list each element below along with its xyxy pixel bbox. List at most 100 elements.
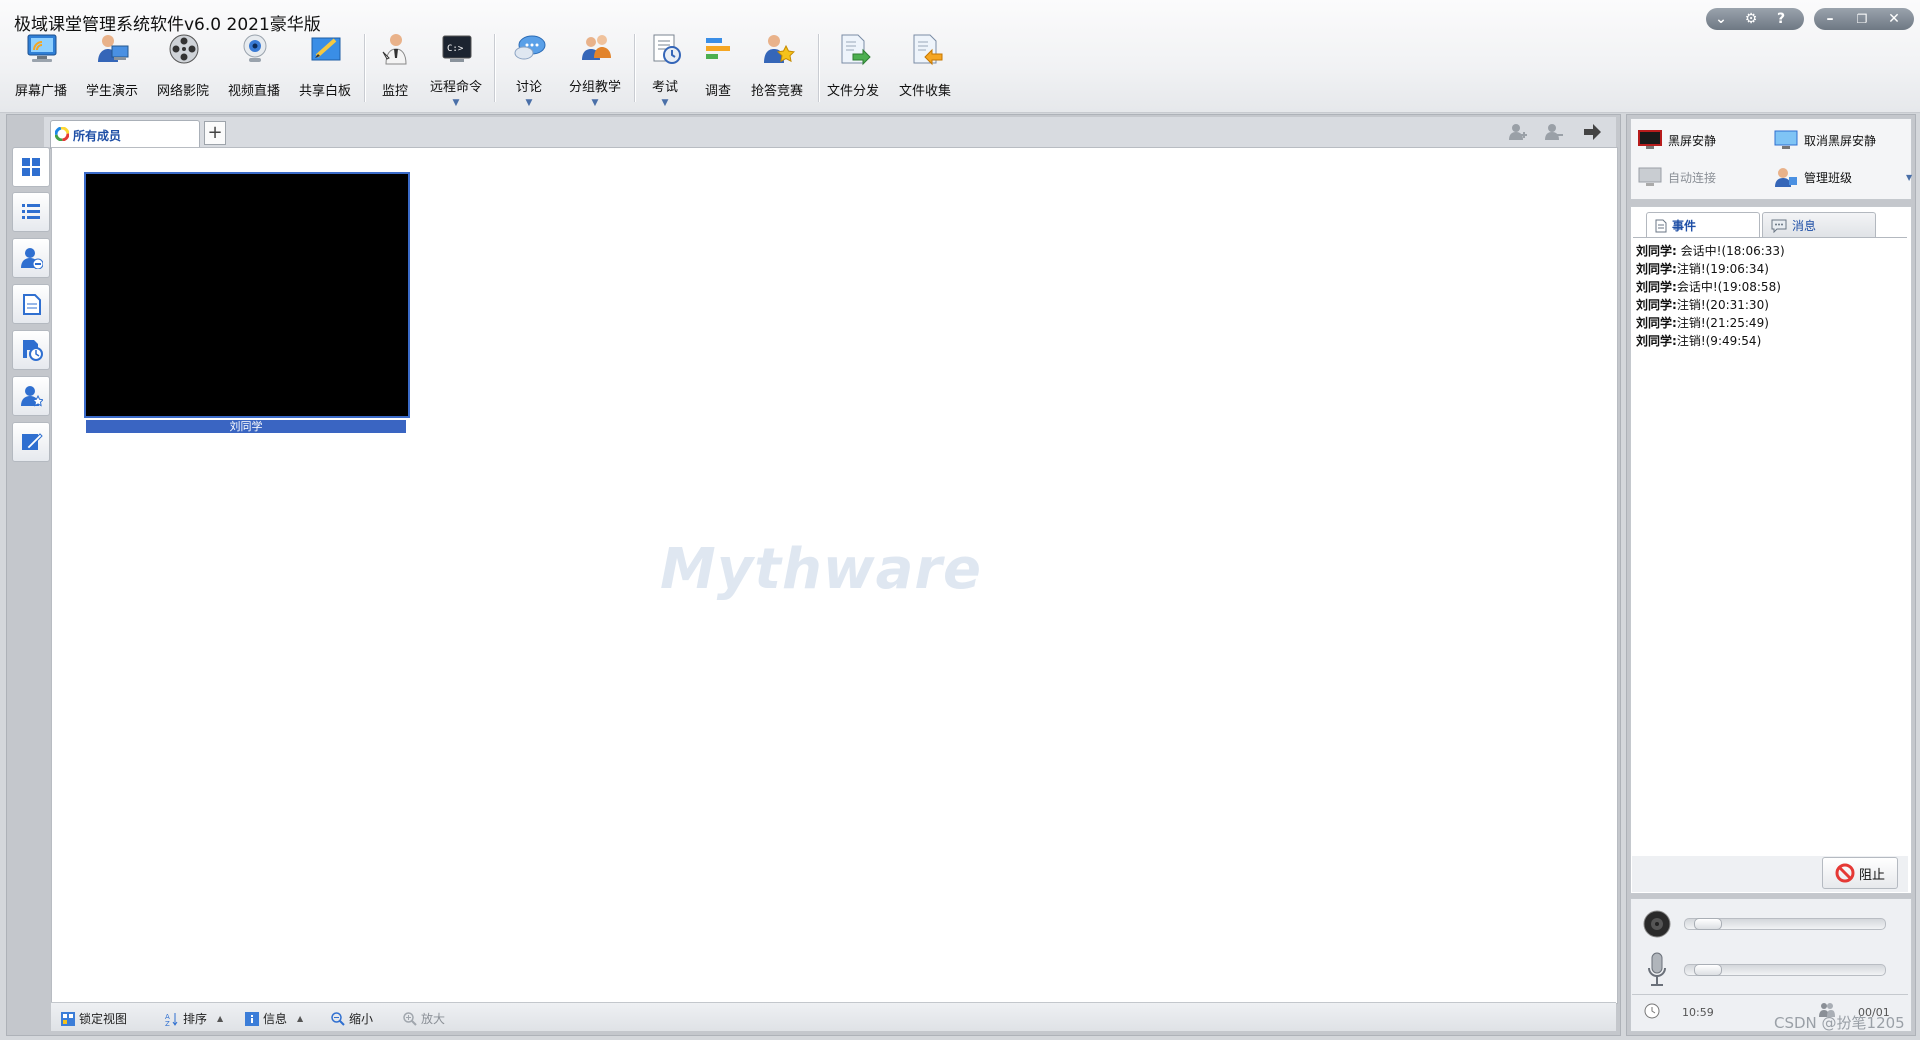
list-view-button[interactable] bbox=[12, 192, 50, 232]
event-entry: 刘同学:注销!(20:31:30) bbox=[1636, 298, 1769, 312]
help-icon[interactable]: ? bbox=[1766, 8, 1796, 30]
black-screen-icon bbox=[1638, 130, 1662, 149]
network-cinema-button[interactable]: 网络影院 bbox=[150, 28, 216, 106]
close-icon[interactable]: ✕ bbox=[1878, 8, 1910, 30]
chevron-down-icon[interactable]: ▼ bbox=[562, 98, 628, 108]
cancel-black-screen-label: 取消黑屏安静 bbox=[1804, 133, 1877, 148]
document-view-button[interactable] bbox=[12, 284, 50, 324]
monitor-button[interactable]: 监控 bbox=[362, 28, 428, 106]
clock-icon bbox=[1644, 1003, 1660, 1019]
auto-connect-button[interactable]: 自动连接 bbox=[1638, 167, 1716, 187]
zoom-out-label: 缩小 bbox=[349, 1012, 374, 1026]
tab-strip bbox=[44, 117, 1616, 148]
screen-broadcast-button[interactable]: 屏幕广播 bbox=[8, 28, 74, 106]
lock-view-icon bbox=[61, 1011, 75, 1026]
sort-icon: AZ bbox=[165, 1012, 178, 1026]
event-entry: 刘同学: 会话中!(18:06:33) bbox=[1636, 244, 1785, 258]
arrow-right-icon[interactable] bbox=[1582, 122, 1602, 142]
left-view-toolbar bbox=[8, 147, 50, 1027]
block-button[interactable]: 阻止 bbox=[1822, 857, 1898, 889]
remote-command-button[interactable]: C:> 远程命令 ▼ bbox=[423, 28, 489, 108]
brand-watermark: Mythware bbox=[660, 537, 982, 602]
window-controls-group: – ❐ ✕ bbox=[1814, 8, 1914, 30]
sort-button[interactable]: AZ 排序 ▲ bbox=[165, 1010, 223, 1027]
sort-label: 排序 bbox=[183, 1012, 208, 1026]
info-button[interactable]: 信息 ▲ bbox=[245, 1010, 303, 1027]
bottom-toolbar: 锁定视图 AZ 排序 ▲ 信息 ▲ 缩小 放大 bbox=[51, 1002, 1616, 1031]
group-users-icon bbox=[582, 35, 611, 60]
tab-all-members[interactable]: 所有成员 bbox=[50, 120, 200, 149]
speaker-volume-slider[interactable] bbox=[1684, 918, 1886, 930]
auto-connect-label: 自动连接 bbox=[1668, 170, 1717, 185]
caret-up-icon[interactable]: ▲ bbox=[217, 1014, 223, 1023]
clock-time: 10:59 bbox=[1682, 1006, 1714, 1019]
overlay-watermark: CSDN @扮笔1205 bbox=[1774, 1014, 1905, 1032]
zoom-in-label: 放大 bbox=[421, 1012, 446, 1026]
caret-up-icon[interactable]: ▲ bbox=[297, 1014, 303, 1023]
mic-volume-knob[interactable] bbox=[1694, 964, 1722, 976]
tab-messages-label: 消息 bbox=[1792, 219, 1817, 233]
microphone-icon bbox=[1648, 952, 1666, 986]
black-screen-button[interactable]: 黑屏安静 bbox=[1638, 130, 1716, 150]
favorite-student-button[interactable] bbox=[12, 376, 50, 416]
zoom-in-button[interactable]: 放大 bbox=[403, 1010, 445, 1027]
shared-whiteboard-button[interactable]: 共享白板 bbox=[292, 28, 358, 106]
video-live-button[interactable]: 视频直播 bbox=[221, 28, 287, 106]
chevron-down-icon[interactable]: ▼ bbox=[1906, 173, 1912, 182]
group-teaching-button[interactable]: 分组教学 ▼ bbox=[562, 28, 628, 108]
zoom-in-icon bbox=[403, 1011, 417, 1026]
monitor-person-icon bbox=[382, 34, 407, 65]
webcam-icon bbox=[243, 34, 267, 62]
info-label: 信息 bbox=[263, 1012, 288, 1026]
discussion-button[interactable]: 讨论 ▼ bbox=[496, 28, 562, 108]
auto-connect-icon bbox=[1638, 167, 1662, 186]
lock-view-button[interactable]: 锁定视图 bbox=[61, 1010, 127, 1027]
minimize-icon[interactable]: – bbox=[1814, 8, 1846, 30]
file-send-icon bbox=[841, 34, 871, 66]
history-view-button[interactable] bbox=[12, 330, 50, 370]
toolbar-label-video-live: 视频直播 bbox=[227, 84, 280, 99]
chevron-down-icon[interactable]: ▼ bbox=[496, 98, 562, 108]
thumbnail-view-button[interactable] bbox=[12, 147, 50, 187]
restore-icon[interactable]: ❐ bbox=[1846, 8, 1878, 30]
survey-icon bbox=[706, 38, 730, 59]
zoom-out-icon bbox=[331, 1011, 345, 1026]
tab-events[interactable]: 事件 bbox=[1646, 212, 1760, 238]
mic-volume-slider[interactable] bbox=[1684, 964, 1886, 976]
color-wheel-icon bbox=[55, 127, 69, 141]
student-name-label: 刘同学 bbox=[86, 420, 406, 433]
list-icon bbox=[22, 204, 40, 219]
student-demo-icon bbox=[98, 35, 129, 62]
lock-view-label: 锁定视图 bbox=[79, 1012, 128, 1026]
student-thumbnail[interactable] bbox=[84, 172, 410, 418]
document-icon bbox=[23, 294, 41, 315]
toolbar-label-shared-whiteboard: 共享白板 bbox=[298, 84, 351, 99]
chevron-down-icon[interactable]: ▼ bbox=[423, 98, 489, 108]
user-status-button[interactable] bbox=[12, 238, 50, 278]
add-tab-button[interactable]: + bbox=[204, 121, 226, 145]
add-user-icon[interactable] bbox=[1508, 122, 1528, 142]
grid-icon bbox=[22, 158, 40, 176]
speaker-volume-knob[interactable] bbox=[1694, 918, 1722, 930]
annotate-button[interactable] bbox=[12, 422, 50, 462]
remove-user-icon[interactable] bbox=[1544, 122, 1564, 142]
quiz-competition-button[interactable]: 抢答竞赛 bbox=[744, 28, 810, 106]
toolbar-separator bbox=[818, 34, 819, 102]
collapse-icon[interactable]: ⌄ bbox=[1706, 8, 1736, 30]
event-entry: 刘同学:注销!(9:49:54) bbox=[1636, 334, 1762, 348]
settings-icon[interactable]: ⚙ bbox=[1736, 8, 1766, 30]
zoom-out-button[interactable]: 缩小 bbox=[331, 1010, 373, 1027]
file-collect-button[interactable]: 文件收集 bbox=[892, 28, 958, 106]
student-demo-button[interactable]: 学生演示 bbox=[79, 28, 145, 106]
cancel-black-screen-button[interactable]: 取消黑屏安静 bbox=[1774, 130, 1876, 150]
tab-events-label: 事件 bbox=[1672, 219, 1697, 233]
survey-button[interactable]: 调查 bbox=[685, 28, 751, 106]
edit-pen-icon bbox=[22, 433, 43, 450]
tab-messages[interactable]: 消息 bbox=[1762, 212, 1876, 238]
message-bubble-icon bbox=[1771, 219, 1787, 233]
svg-text:C:>: C:> bbox=[447, 44, 464, 54]
manage-class-button[interactable]: 管理班级 ▼ bbox=[1774, 167, 1912, 187]
chat-bubble-icon bbox=[514, 35, 546, 60]
whiteboard-icon bbox=[311, 37, 341, 61]
file-distribute-button[interactable]: 文件分发 bbox=[820, 28, 886, 106]
